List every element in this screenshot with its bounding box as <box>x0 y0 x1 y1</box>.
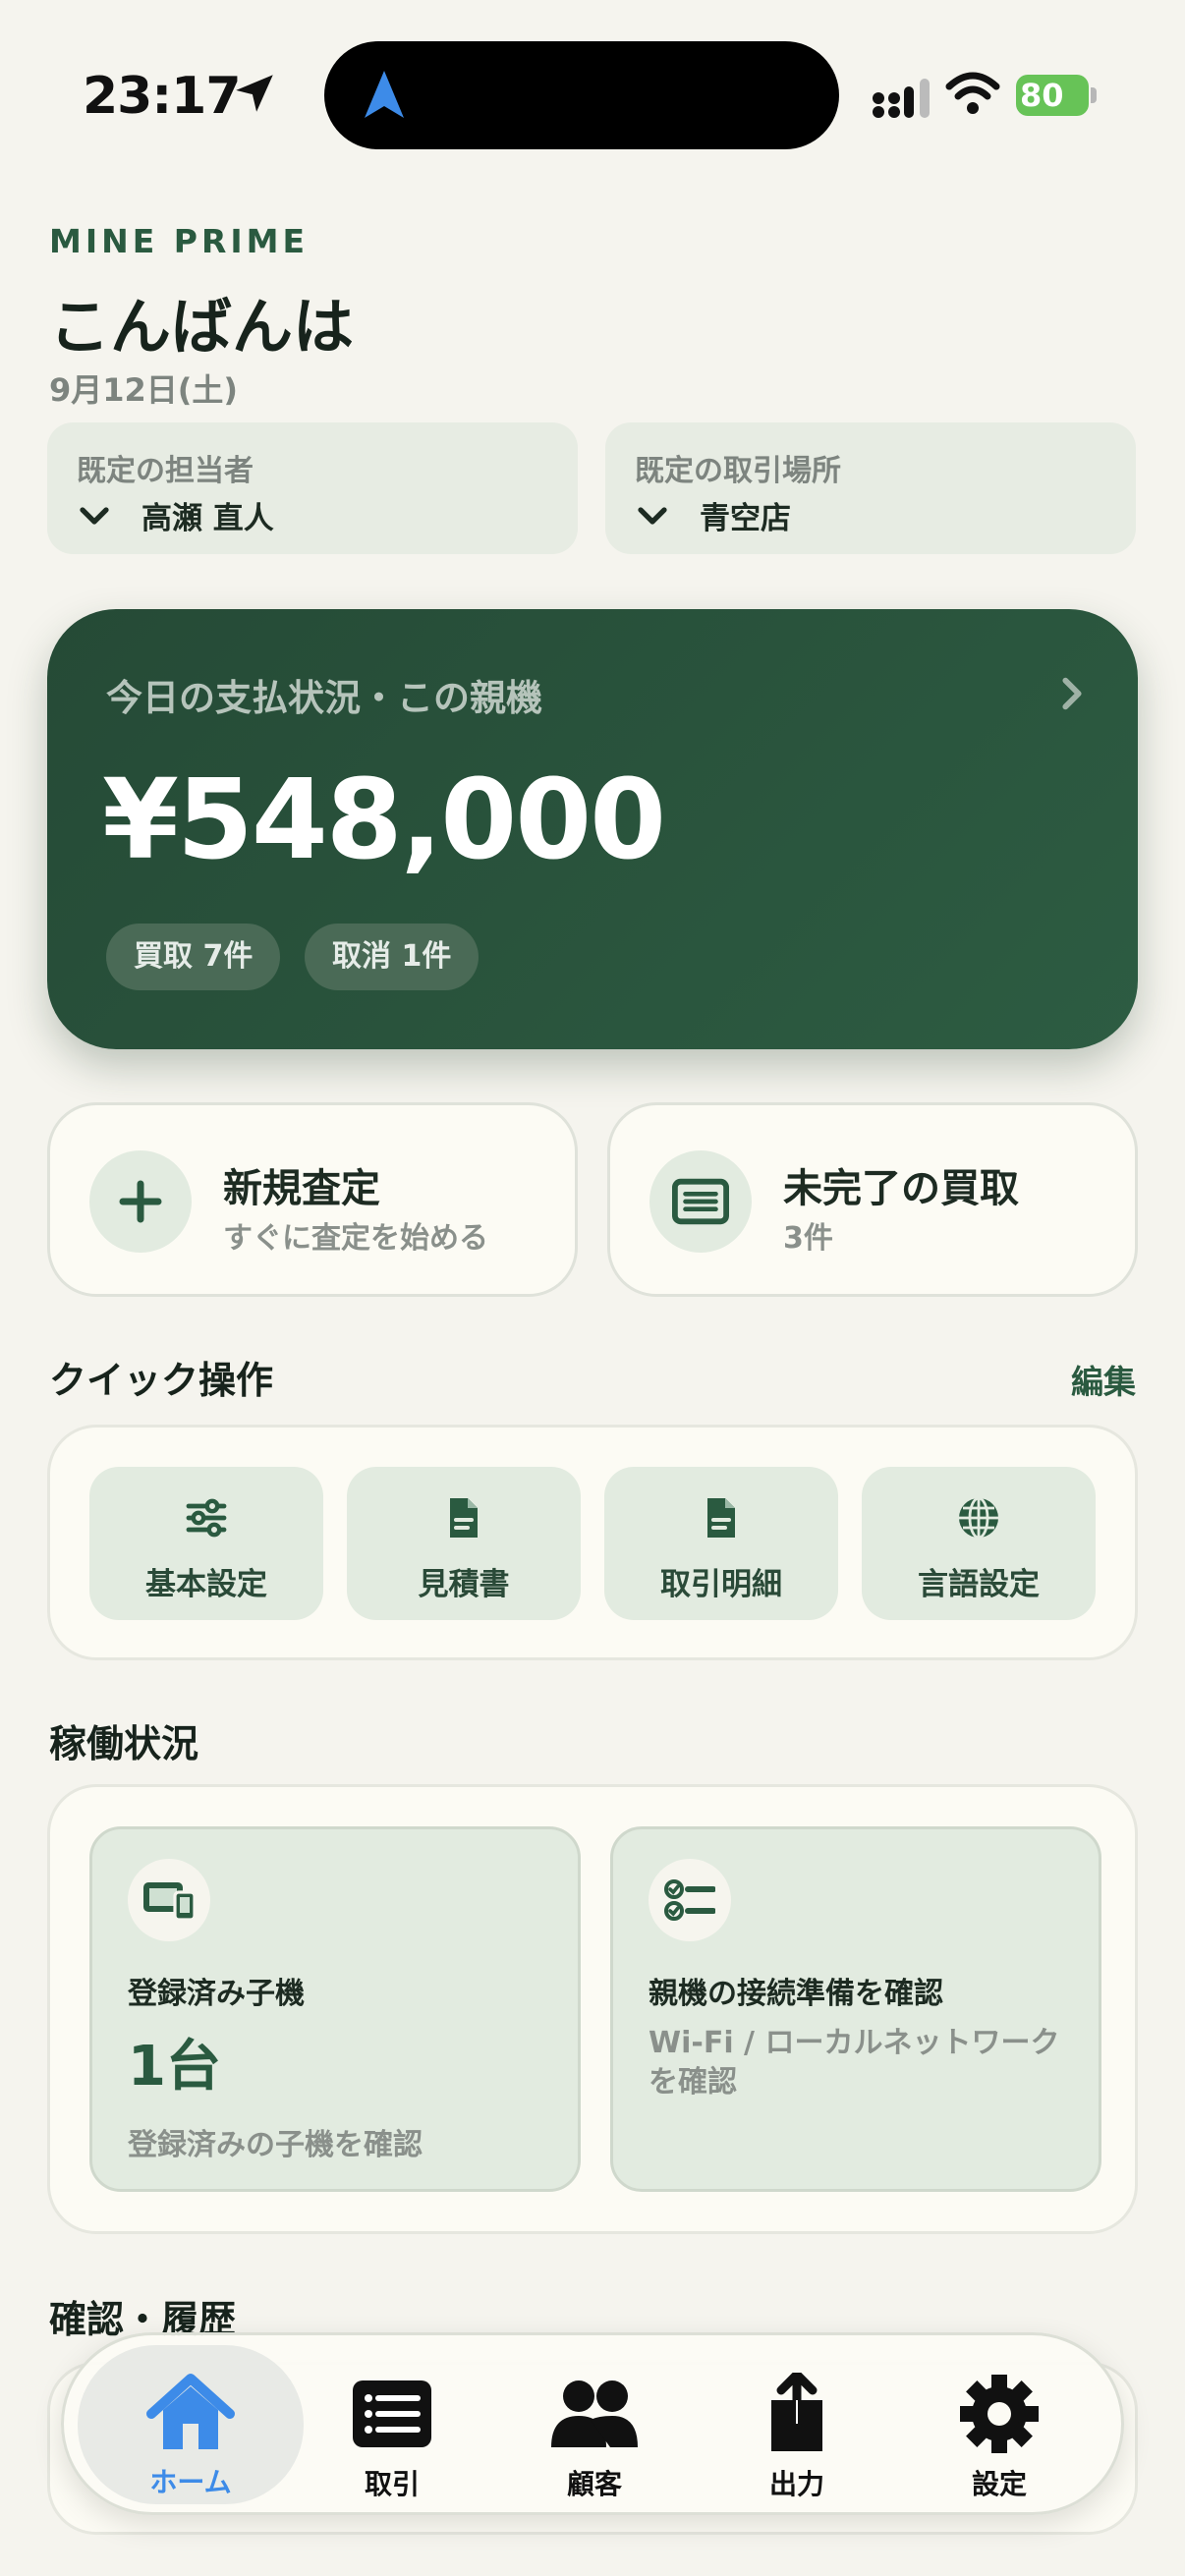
action-subtitle: 3件 <box>783 1221 833 1256</box>
payment-status-card[interactable]: 今日の支払状況・この親機 ¥548,000 買取 7件 取消 1件 <box>47 609 1138 1049</box>
basic-settings-button[interactable]: 基本設定 <box>89 1467 323 1620</box>
registered-devices-card[interactable]: 登録済み子機 1台 登録済みの子機を確認 <box>89 1826 581 2192</box>
tab-label: 顧客 <box>566 2468 622 2500</box>
connection-check-card[interactable]: 親機の接続準備を確認 Wi-Fi / ローカルネットワークを確認 <box>610 1826 1101 2192</box>
chevron-down-icon <box>80 506 109 525</box>
battery-level: 80 <box>1016 75 1089 116</box>
payment-status-title: 今日の支払状況・この親機 <box>106 677 542 719</box>
selector-value: 青空店 <box>700 501 791 536</box>
selector-value: 高瀬 直人 <box>141 501 274 536</box>
stat-value: 1台 <box>128 2035 221 2099</box>
tab-label: 出力 <box>768 2468 824 2500</box>
document-icon <box>707 1498 735 1538</box>
devices-icon <box>128 1859 210 1941</box>
operation-status-panel: 登録済み子機 1台 登録済みの子機を確認 親機の接続準備を確認 Wi-Fi / … <box>47 1784 1138 2234</box>
estimate-button[interactable]: 見積書 <box>347 1467 581 1620</box>
status-time: 23:17 <box>83 67 242 126</box>
quick-action-label: 基本設定 <box>145 1567 267 1602</box>
quick-action-label: 言語設定 <box>918 1567 1040 1602</box>
sliders-icon <box>186 1498 227 1538</box>
location-arrow-icon <box>236 75 273 112</box>
globe-icon <box>959 1496 998 1540</box>
document-icon <box>450 1498 478 1538</box>
stat-description: Wi-Fi / ローカルネットワークを確認 <box>649 2026 1060 2100</box>
tab-label: 設定 <box>971 2468 1027 2500</box>
incomplete-purchases-button[interactable]: 未完了の買取 3件 <box>607 1102 1138 1297</box>
tab-customers[interactable]: 顧客 <box>496 2347 693 2504</box>
share-icon <box>771 2373 822 2451</box>
new-appraisal-button[interactable]: 新規査定 すぐに査定を始める <box>47 1102 578 1297</box>
quick-actions-panel: 基本設定 見積書 取引明細 言語設定 <box>47 1425 1138 1660</box>
date-label: 9月12日(土) <box>49 371 239 409</box>
transaction-statement-button[interactable]: 取引明細 <box>604 1467 838 1620</box>
navigation-icon <box>365 71 404 118</box>
status-bar: 23:17 80 <box>0 0 1185 187</box>
language-settings-button[interactable]: 言語設定 <box>862 1467 1096 1620</box>
cancel-count-badge: 取消 1件 <box>305 924 480 990</box>
action-title: 新規査定 <box>223 1166 380 1211</box>
payment-amount: ¥548,000 <box>102 756 666 884</box>
list-icon <box>649 1150 752 1253</box>
greeting-title: こんばんは <box>49 291 355 363</box>
plus-icon <box>89 1150 192 1253</box>
edit-quick-actions-link[interactable]: 編集 <box>1071 1356 1136 1403</box>
checklist-icon <box>649 1859 731 1941</box>
tab-home[interactable]: ホーム <box>78 2345 304 2504</box>
tab-label: 取引 <box>364 2468 420 2500</box>
selector-label: 既定の取引場所 <box>635 454 841 488</box>
action-subtitle: すぐに査定を始める <box>223 1221 488 1256</box>
dynamic-island <box>324 41 839 149</box>
default-location-selector[interactable]: 既定の取引場所 青空店 <box>605 422 1136 554</box>
purchase-count-badge: 買取 7件 <box>106 924 281 990</box>
battery-indicator: 80 <box>1016 75 1099 116</box>
gear-icon <box>960 2375 1039 2453</box>
tab-bar: ホーム 取引 顧客 出力 設定 <box>61 2332 1124 2515</box>
tab-export[interactable]: 出力 <box>699 2347 895 2504</box>
stat-label: 登録済み子機 <box>128 1977 305 2011</box>
selector-label: 既定の担当者 <box>77 454 254 488</box>
cellular-signal-icon <box>873 79 930 118</box>
wifi-icon <box>945 72 1000 114</box>
tab-settings[interactable]: 設定 <box>901 2347 1098 2504</box>
people-icon <box>551 2380 638 2447</box>
default-staff-selector[interactable]: 既定の担当者 高瀬 直人 <box>47 422 578 554</box>
tab-transactions[interactable]: 取引 <box>294 2347 490 2504</box>
chevron-down-icon <box>638 506 667 525</box>
stat-description: 登録済みの子機を確認 <box>128 2128 423 2162</box>
quick-action-label: 見積書 <box>418 1567 510 1602</box>
tab-label: ホーム <box>149 2466 232 2498</box>
brand-label: MINE PRIME <box>49 222 310 260</box>
stat-label: 親機の接続準備を確認 <box>649 1977 943 2011</box>
house-icon <box>146 2374 235 2449</box>
chevron-right-icon <box>1062 677 1082 710</box>
action-title: 未完了の買取 <box>783 1166 1019 1211</box>
quick-action-label: 取引明細 <box>660 1567 782 1602</box>
operation-status-title: 稼働状況 <box>49 1722 199 1765</box>
quick-actions-title: クイック操作 <box>49 1359 274 1402</box>
list-icon <box>353 2380 431 2447</box>
